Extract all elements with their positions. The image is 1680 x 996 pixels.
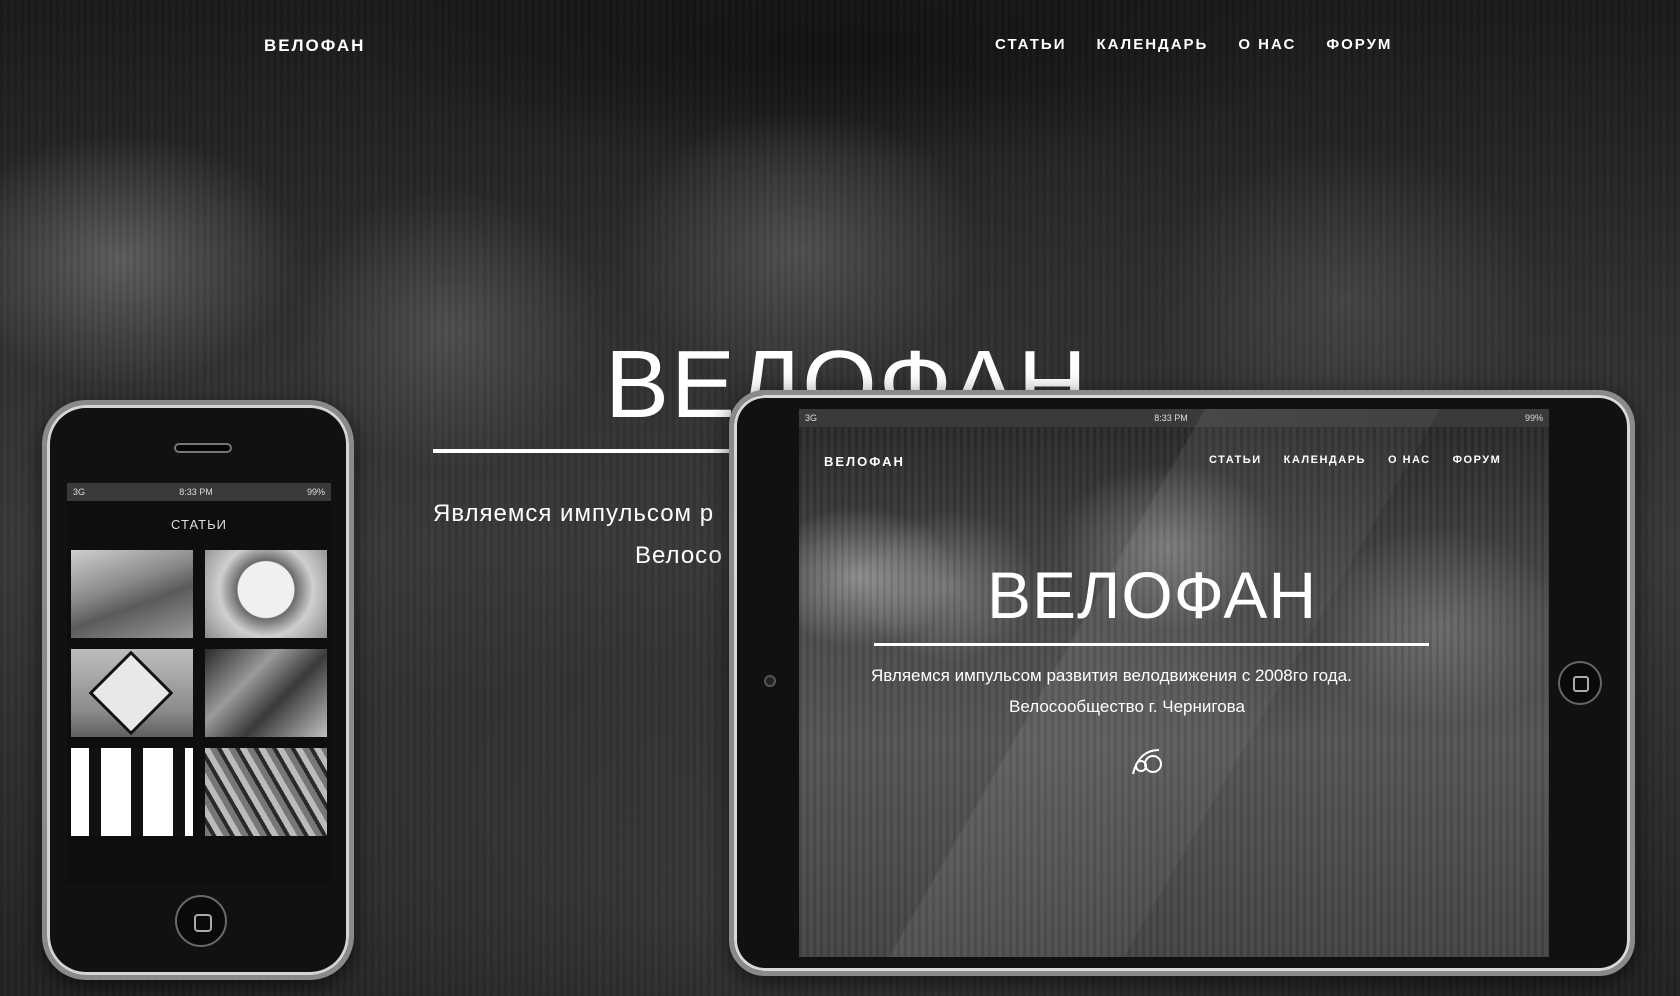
article-grid [67,550,331,836]
tablet-hero-subtitle-2: Велосообщество г. Чернигова [1009,697,1245,716]
article-thumbnail[interactable] [205,748,327,836]
hero-subtitle: Являемся импульсом р [433,500,715,527]
article-thumbnail[interactable] [71,649,193,737]
tablet-screen: 3G 8:33 PM 99% ВЕЛОФАН СТАТЬИ КАЛЕНДАРЬ … [799,409,1549,957]
phone-status-bar: 3G 8:33 PM 99% [67,483,331,501]
tablet-site-logo[interactable]: ВЕЛОФАН [824,454,905,469]
nav-item-forum[interactable]: ФОРУМ [1326,36,1392,53]
home-button-icon[interactable] [1558,661,1602,705]
tablet-hero-divider [874,643,1429,646]
site-logo[interactable]: ВЕЛОФАН [264,36,365,56]
scroll-down-icon[interactable] [1129,744,1169,780]
article-thumbnail[interactable] [71,748,193,836]
warning-sign-icon [88,650,174,736]
nav-item-calendar[interactable]: КАЛЕНДАРЬ [1097,36,1209,53]
phone-speaker [174,443,232,453]
battery-indicator: 99% [306,487,325,497]
tablet-hero-title: ВЕЛОФАН [987,558,1318,632]
tablet-status-bar: 3G 8:33 PM 99% [799,409,1549,427]
signal-indicator: 3G [73,487,86,497]
article-thumbnail[interactable] [71,550,193,638]
home-button-icon[interactable] [175,895,227,947]
tablet-main-nav: СТАТЬИ КАЛЕНДАРЬ О НАС ФОРУМ [1209,454,1501,466]
nav-item-articles[interactable]: СТАТЬИ [995,36,1067,53]
nav-item-about[interactable]: О НАС [1388,454,1431,466]
article-thumbnail[interactable] [205,649,327,737]
status-time: 8:33 PM [179,487,213,497]
nav-item-articles[interactable]: СТАТЬИ [1209,454,1262,466]
main-nav: СТАТЬИ КАЛЕНДАРЬ О НАС ФОРУМ [995,36,1392,53]
camera-icon [764,675,776,687]
hero-subtitle-2: Велосо [635,542,723,569]
nav-item-forum[interactable]: ФОРУМ [1453,454,1502,466]
nav-item-about[interactable]: О НАС [1238,36,1296,53]
signal-indicator: 3G [805,413,818,423]
tablet-mockup: 3G 8:33 PM 99% ВЕЛОФАН СТАТЬИ КАЛЕНДАРЬ … [729,390,1635,976]
phone-mockup: 3G 8:33 PM 99% СТАТЬИ [42,400,354,980]
phone-screen: 3G 8:33 PM 99% СТАТЬИ [67,483,331,883]
article-thumbnail[interactable] [205,550,327,638]
status-time: 8:33 PM [1154,413,1188,423]
nav-item-calendar[interactable]: КАЛЕНДАРЬ [1284,454,1366,466]
tablet-hero-photo [799,427,1549,957]
phone-page-title: СТАТЬИ [171,517,227,532]
battery-indicator: 99% [1524,413,1543,423]
tablet-hero-subtitle: Являемся импульсом развития велодвижения… [871,666,1352,685]
